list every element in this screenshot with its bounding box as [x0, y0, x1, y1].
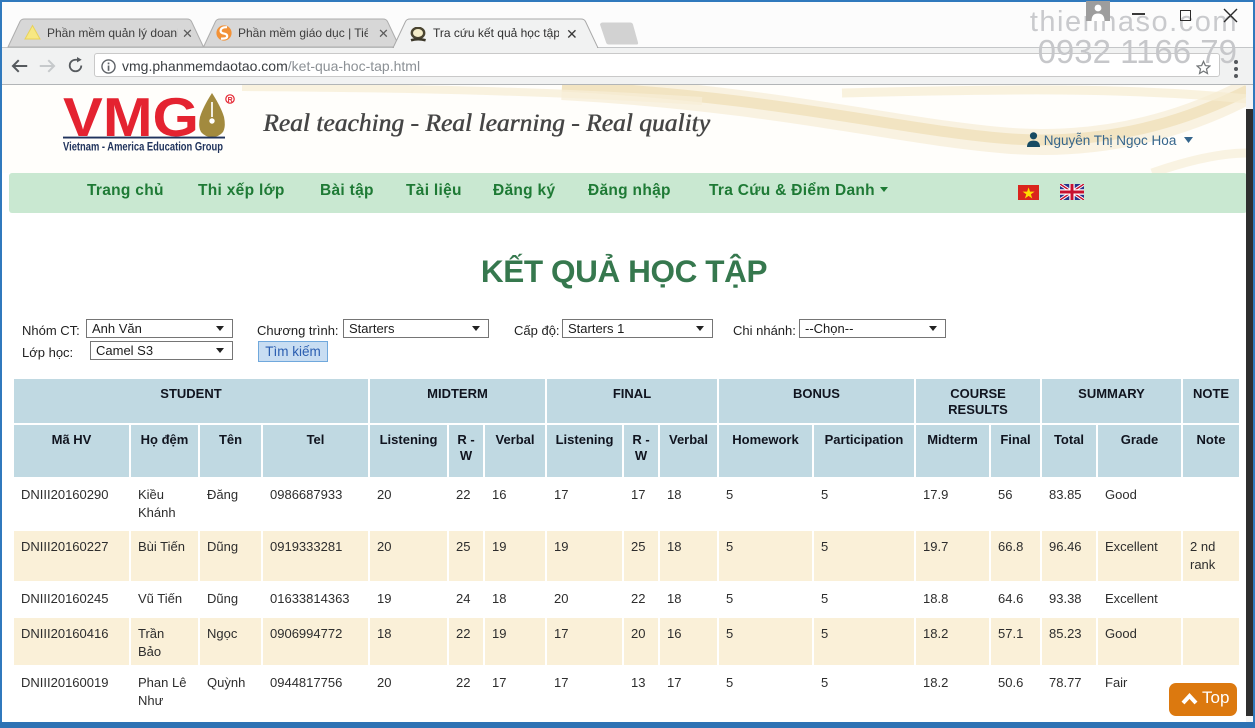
svg-text:Vietnam - America Education Gr: Vietnam - America Education Group — [63, 140, 223, 154]
svg-text:R: R — [228, 97, 233, 104]
